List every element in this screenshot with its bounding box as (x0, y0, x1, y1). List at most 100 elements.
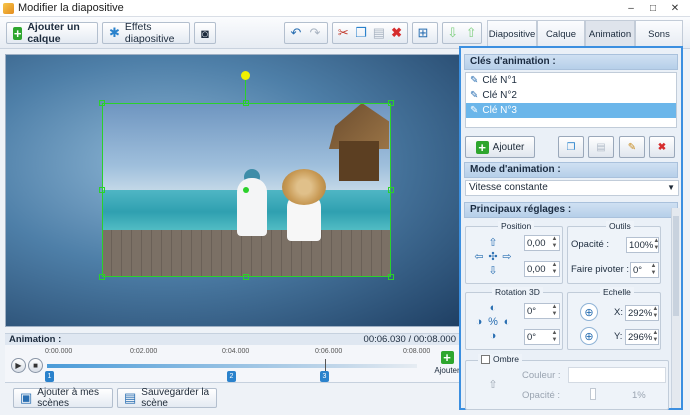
maximize-button[interactable]: □ (642, 1, 664, 15)
undo-icon[interactable]: ↶ (289, 25, 303, 40)
add-keyframe-label: Ajouter (492, 141, 525, 153)
add-to-scenes-button[interactable]: ▣ Ajouter à mes scènes (13, 387, 113, 409)
camera-button[interactable]: ◙ (194, 22, 216, 44)
center-icon[interactable]: ✣ (486, 249, 500, 263)
shadow-color-input[interactable] (568, 367, 666, 383)
undo-redo-group: ↶ ↷ (284, 22, 328, 44)
redo-icon[interactable]: ↷ (308, 25, 322, 40)
pin-icon: ✎ (470, 90, 479, 101)
key-marker[interactable]: 3 (320, 371, 329, 382)
scale-x-input[interactable]: 292% ▲ ▼ (625, 305, 659, 321)
reset-rotation-icon[interactable]: % (486, 315, 500, 329)
key-marker[interactable]: 1 (45, 371, 54, 382)
rotate-label: Faire pivoter : (571, 264, 630, 275)
animation-panel: Clés d'animation : ✎ Clé N°1 ✎ Clé N°2 ✎ Cl… (459, 46, 683, 410)
timeline-add-button[interactable]: + Ajouter (433, 351, 461, 375)
rotate-x-down-icon[interactable]: ◑ (486, 329, 500, 343)
copy-icon: ❐ (566, 141, 576, 153)
resize-handle-tl[interactable] (99, 100, 105, 106)
bottom-bar: ▣ Ajouter à mes scènes ▤ Sauvegarder la … (5, 386, 460, 410)
rotate-y-right-icon[interactable]: ◐ (500, 315, 514, 329)
grid-button[interactable]: ⊞ (412, 22, 438, 44)
rot3d-y-input[interactable]: 0° ▲ ▼ (524, 329, 560, 345)
copy-key-button[interactable]: ❐ (558, 136, 584, 158)
shadow-toggle[interactable]: Ombre (478, 354, 522, 364)
copy-icon[interactable]: ❐ (355, 25, 368, 40)
slide-effects-button[interactable]: ✱ Effets diapositive (102, 21, 190, 45)
tab-sounds[interactable]: Sons (635, 20, 683, 47)
keyframe-item-3[interactable]: ✎ Clé N°3 (466, 103, 676, 118)
panel-scrollbar[interactable] (671, 208, 680, 408)
chevron-down-icon: ▼ (667, 183, 675, 192)
cut-icon[interactable]: ✂ (337, 25, 350, 40)
animation-mode-value: Vitesse constante (469, 182, 548, 193)
timeline-track[interactable] (47, 364, 417, 368)
tab-layer[interactable]: Calque (537, 20, 585, 47)
add-layer-label: Ajouter un calque (27, 21, 80, 45)
stop-button[interactable]: ■ (28, 358, 43, 373)
scrollbar-thumb[interactable] (673, 216, 679, 316)
move-up-icon[interactable]: ⇧ (465, 25, 479, 40)
position-x-input[interactable]: 0,00 ▲ ▼ (524, 235, 560, 251)
paste-icon[interactable]: ▤ (373, 25, 386, 40)
delete-icon[interactable]: ✖ (390, 25, 403, 40)
resize-handle-bl[interactable] (99, 274, 105, 280)
camera-icon: ◙ (201, 25, 209, 41)
shadow-opacity-slider[interactable] (590, 388, 596, 400)
title-bar: Modifier la diapositive – □ ✕ (0, 0, 690, 17)
paste-key-button[interactable]: ▤ (588, 136, 614, 158)
move-down-icon[interactable]: ⇩ (446, 25, 460, 40)
tick-label: 0:08.000 (403, 348, 431, 355)
resize-handle-r[interactable] (388, 187, 394, 193)
app-icon (3, 2, 14, 14)
minimize-button[interactable]: – (620, 1, 642, 15)
pin-icon: ✎ (470, 105, 479, 116)
arrow-left-icon[interactable]: ⇦ (472, 249, 486, 263)
center-handle[interactable] (243, 187, 249, 193)
rotate-input[interactable]: 0° ▲ ▼ (630, 262, 659, 278)
close-window-button[interactable]: ✕ (664, 1, 686, 15)
zoom-x-icon[interactable]: ⊕ (580, 303, 598, 321)
opacity-input[interactable]: 100% ▲ ▼ (626, 237, 659, 253)
scale-y-input[interactable]: 296% ▲ ▼ (625, 329, 659, 345)
keyframe-item-2[interactable]: ✎ Clé N°2 (466, 88, 676, 103)
save-scene-label: Sauvegarder la scène (141, 387, 210, 409)
scale-x-value: 292% (628, 307, 653, 319)
delete-key-button[interactable]: ✖ (649, 136, 675, 158)
keyframe-list: ✎ Clé N°1 ✎ Clé N°2 ✎ Clé N°3 (465, 72, 677, 128)
arrow-up-icon[interactable]: ⇧ (486, 235, 500, 249)
keyframe-item-1[interactable]: ✎ Clé N°1 (466, 73, 676, 88)
add-keyframe-button[interactable]: + Ajouter (465, 136, 535, 158)
plus-icon: + (475, 140, 489, 154)
rot3d-x-input[interactable]: 0° ▲ ▼ (524, 303, 560, 319)
edit-group: ✂ ❐ ▤ ✖ (332, 22, 408, 44)
position-y-input[interactable]: 0,00 ▲ ▼ (524, 261, 560, 277)
play-button[interactable]: ▶ (11, 358, 26, 373)
rotate-x-up-icon[interactable]: ◐ (486, 301, 500, 315)
key-marker[interactable]: 2 (227, 371, 236, 382)
resize-handle-b[interactable] (243, 274, 249, 280)
rotate-y-left-icon[interactable]: ◑ (472, 315, 486, 329)
plus-icon: + (13, 25, 23, 41)
save-icon: ▤ (124, 390, 137, 405)
resize-handle-t[interactable] (243, 100, 249, 106)
delete-icon: ✖ (657, 141, 667, 153)
resize-handle-br[interactable] (388, 274, 394, 280)
add-layer-button[interactable]: + Ajouter un calque (6, 21, 98, 45)
scale-group: Echelle ⊕ X: 292% ▲ ▼ ⊕ Y: 296% ▲ ▼ (567, 287, 661, 350)
position-y-value: 0,00 (527, 263, 546, 275)
resize-handle-l[interactable] (99, 187, 105, 193)
plus-icon: + (440, 351, 454, 364)
tab-slide[interactable]: Diapositive (487, 20, 537, 47)
rotation-handle[interactable] (241, 71, 250, 80)
animation-mode-select[interactable]: Vitesse constante ▼ (465, 180, 679, 196)
slide-canvas[interactable] (5, 54, 460, 327)
resize-handle-tr[interactable] (388, 100, 394, 106)
tab-animation[interactable]: Animation (585, 20, 635, 47)
save-scene-button[interactable]: ▤ Sauvegarder la scène (117, 387, 217, 409)
arrow-down-icon[interactable]: ⇩ (486, 263, 500, 277)
shadow-checkbox[interactable] (481, 354, 490, 364)
brush-button[interactable]: ✎ (619, 136, 645, 158)
zoom-y-icon[interactable]: ⊕ (580, 327, 598, 345)
arrow-right-icon[interactable]: ⇨ (500, 249, 514, 263)
